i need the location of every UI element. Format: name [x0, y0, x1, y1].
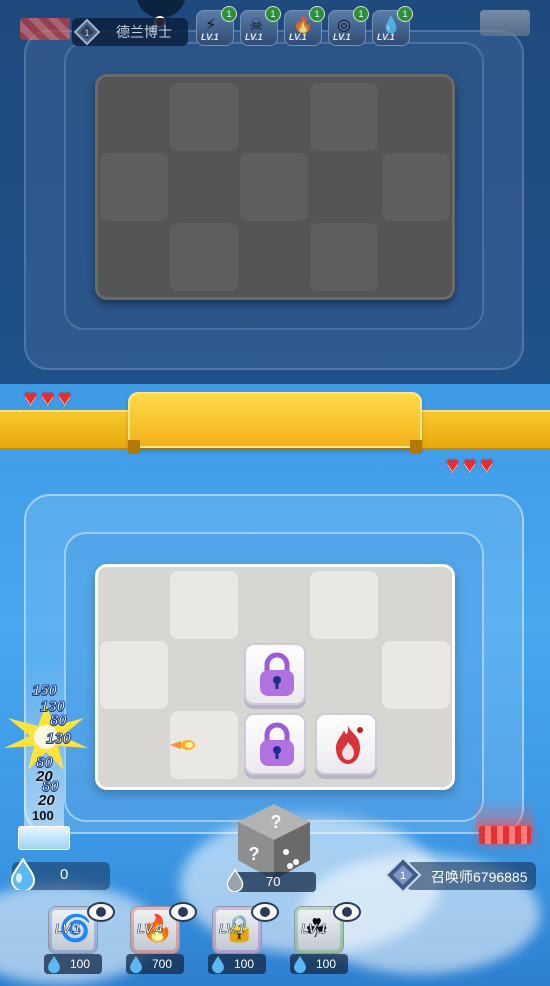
- opponent-board-cell: [100, 153, 168, 221]
- heart-icon: ♥: [58, 385, 72, 410]
- opponent-spawn-tower: [480, 10, 530, 36]
- deck-slot-3[interactable]: 🔒 LV.1 100: [208, 902, 279, 974]
- deck-cost-value: 100: [70, 957, 91, 971]
- svg-text:1: 1: [400, 870, 406, 882]
- unit-level-label: LV.1: [289, 32, 307, 42]
- player-lives: ♥ ♥ ♥: [446, 454, 493, 476]
- player-name: 召唤师6796885: [431, 869, 528, 885]
- unit-level-label: LV.1: [245, 32, 263, 42]
- unit-count-badge: 1: [309, 6, 325, 22]
- opponent-barrier: [20, 18, 70, 40]
- deck-slot-2[interactable]: 🔥 LV.4 700: [126, 902, 197, 974]
- unit-count-badge: 1: [265, 6, 281, 22]
- unit-level-label: LV.1: [377, 32, 395, 42]
- opponent-board-cell: [170, 223, 238, 291]
- heart-icon: ♥: [41, 385, 55, 410]
- unit-count-badge: 1: [353, 6, 369, 22]
- unit-level-label: LV.1: [201, 32, 219, 42]
- board-unit-lock[interactable]: [244, 643, 306, 705]
- lock-icon: [260, 722, 294, 766]
- svg-text:?: ?: [249, 844, 260, 864]
- eye-icon[interactable]: [86, 900, 116, 924]
- opponent-board: [95, 74, 455, 300]
- opponent-board-cell: [310, 223, 378, 291]
- fire-icon: [336, 726, 363, 764]
- deck-slot-4[interactable]: ☘ LV.1 100: [290, 902, 361, 974]
- deck-cost-value: 100: [234, 957, 255, 971]
- deck-slot-1[interactable]: 🌀 LV.1 100: [44, 902, 115, 974]
- sp-drop-icon: [212, 955, 224, 973]
- deck-card-level: LV.1: [301, 921, 327, 937]
- deck-cost-value: 100: [316, 957, 337, 971]
- board-unit-fire[interactable]: [315, 713, 377, 775]
- opponent-board-cell: [240, 153, 308, 221]
- heart-icon: ♥: [480, 452, 494, 477]
- heart-icon: ♥: [463, 452, 477, 477]
- opponent-unit-slot-3[interactable]: 🔥 LV.1 1: [284, 6, 325, 46]
- exit-barrier: [479, 826, 531, 844]
- eye-icon[interactable]: [332, 900, 362, 924]
- opponent-unit-slot-1[interactable]: ⚡ LV.1 1: [196, 6, 237, 46]
- sp-drop-icon: [226, 868, 244, 892]
- ribbon-fold: [128, 440, 140, 454]
- damage-number: 150: [31, 682, 58, 700]
- damage-number: 130: [45, 730, 72, 748]
- svg-text:?: ?: [271, 812, 282, 832]
- opponent-board-cell: [310, 83, 378, 151]
- eye-icon[interactable]: [168, 900, 198, 924]
- fireball-projectile-icon: [170, 740, 195, 750]
- opponent-field: 德兰博士 1 ⚡ LV.1 1 ☠ LV.1 1 🔥 LV.1 1 ◎ LV.1…: [0, 0, 550, 384]
- opponent-rank-icon: 1: [74, 19, 100, 45]
- deck-cost-value: 700: [152, 957, 173, 971]
- sp-drop-icon: [48, 955, 60, 973]
- board-unit-lock[interactable]: [244, 713, 306, 775]
- opponent-unit-slot-4[interactable]: ◎ LV.1 1: [328, 6, 369, 46]
- deck-card-level: LV.1: [55, 921, 81, 937]
- board-cell-empty[interactable]: [170, 571, 238, 639]
- opponent-lives: ♥ ♥ ♥: [24, 387, 71, 409]
- opponent-unit-slot-5[interactable]: 💧 LV.1 1: [372, 6, 413, 46]
- sp-drop-icon: [130, 955, 142, 973]
- lock-icon: [260, 652, 294, 696]
- sp-drop-icon: [294, 955, 306, 973]
- eye-icon[interactable]: [250, 900, 280, 924]
- enemy-hp: 100: [32, 808, 54, 823]
- ribbon-fold: [410, 440, 422, 454]
- heart-icon: ♥: [446, 452, 460, 477]
- board-cell-empty[interactable]: [310, 571, 378, 639]
- unit-level-label: LV.1: [333, 32, 351, 42]
- heart-icon: ♥: [24, 385, 38, 410]
- unit-count-badge: 1: [221, 6, 237, 22]
- sp-value: 0: [60, 866, 69, 883]
- unit-count-badge: 1: [397, 6, 413, 22]
- enemy-spawn-gate: [18, 826, 70, 850]
- board-cell-empty[interactable]: [382, 641, 450, 709]
- opponent-board-cell: [382, 153, 450, 221]
- sp-drop-icon: [10, 858, 36, 890]
- player-rank-icon: 1: [384, 856, 422, 894]
- ribbon-banner: [128, 392, 422, 448]
- damage-number: 80: [50, 712, 68, 730]
- damage-number: 20: [38, 792, 55, 809]
- svg-text:1: 1: [84, 28, 89, 38]
- opponent-unit-slot-2[interactable]: ☠ LV.1 1: [240, 6, 281, 46]
- deck-card-level: LV.1: [219, 921, 245, 937]
- board-cell-empty[interactable]: [100, 641, 168, 709]
- deck-card-level: LV.4: [137, 921, 163, 937]
- opponent-board-cell: [170, 83, 238, 151]
- dice-cost-value: 70: [266, 874, 281, 889]
